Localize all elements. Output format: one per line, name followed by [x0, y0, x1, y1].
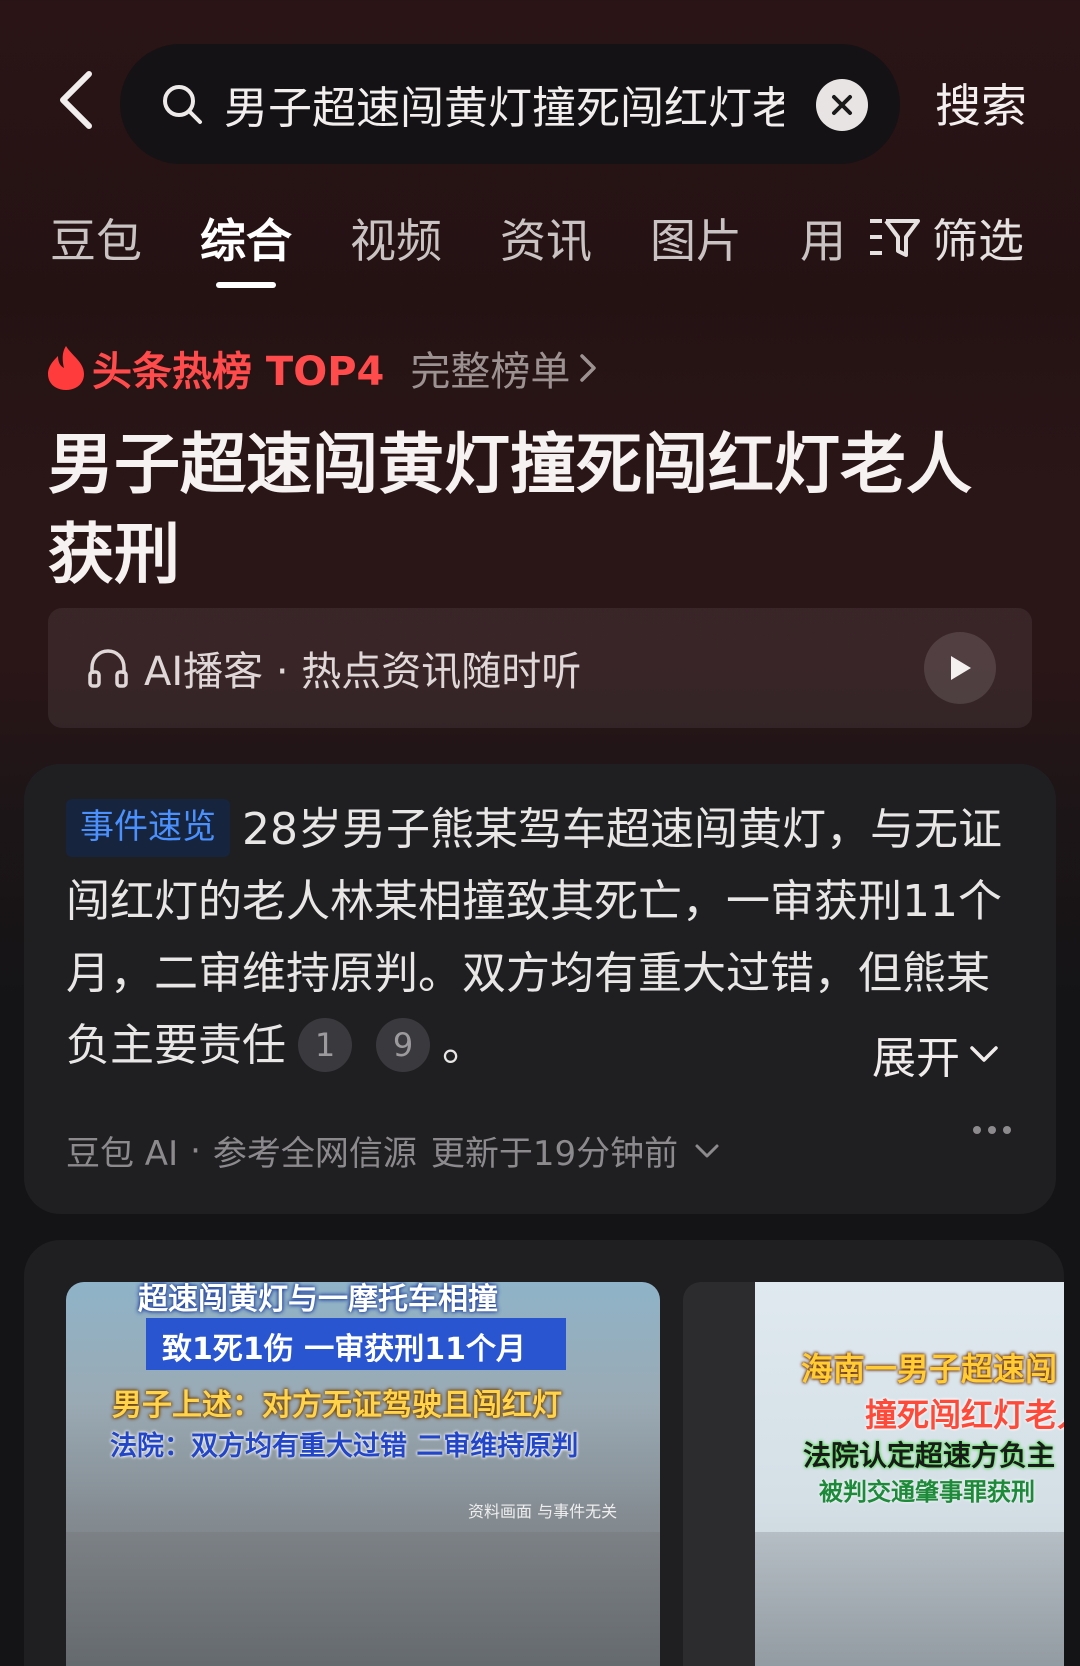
thumb1-note: 资料画面 与事件无关	[468, 1502, 618, 1521]
close-icon	[832, 95, 852, 115]
tab-news[interactable]: 资讯	[500, 205, 592, 271]
summary-meta[interactable]: 豆包 AI · 参考全网信源 更新于19分钟前	[66, 1126, 720, 1175]
tab-images[interactable]: 图片	[650, 205, 742, 271]
more-options-icon[interactable]	[972, 1124, 1012, 1136]
page-title: 男子超速闯黄灯撞死闯红灯老人获刑	[48, 426, 972, 593]
search-bar[interactable]: 男子超速闯黄灯撞死闯红灯老	[120, 44, 900, 164]
expand-label: 展开	[872, 1033, 960, 1084]
event-badge: 事件速览	[66, 799, 230, 857]
reference-9[interactable]: 9	[376, 1018, 430, 1072]
thumb1-caption-2: 致1死1伤 一审获刑11个月	[162, 1332, 526, 1367]
source-detail: 参考全网信源	[212, 1134, 417, 1174]
flame-icon	[48, 346, 84, 390]
meta-separator: ·	[190, 1130, 201, 1171]
thumb2-caption-1: 海南一男子超速闯	[801, 1350, 1058, 1388]
thumb2-image: 海南一男子超速闯 撞死闯红灯老人 法院认定超速方负主 被判交通肇事罪获刑	[755, 1282, 1064, 1666]
back-button[interactable]	[40, 60, 110, 140]
thumb2-caption-4: 被判交通肇事罪获刑	[819, 1478, 1035, 1506]
video-thumbnail-2[interactable]: 海南一男子超速闯 撞死闯红灯老人 法院认定超速方负主 被判交通肇事罪获刑	[683, 1282, 1064, 1666]
summary-end: 。	[442, 1020, 486, 1071]
ai-podcast-bar[interactable]: AI播客 · 热点资讯随时听	[48, 608, 1032, 728]
filter-icon	[870, 219, 920, 257]
filter-label: 筛选	[932, 214, 1024, 268]
podcast-label: AI播客 · 热点资讯随时听	[144, 649, 582, 695]
full-list-link[interactable]: 完整榜单	[410, 339, 570, 397]
search-button[interactable]: 搜索	[935, 70, 1027, 136]
thumb1-caption-3: 男子上述：对方无证驾驶且闯红灯	[112, 1388, 562, 1423]
clear-search-button[interactable]	[816, 79, 868, 131]
headphones-icon	[88, 649, 128, 688]
event-summary-card: 事件速览 28岁男子熊某驾车超速闯黄灯，与无证闯红灯的老人林某相撞致其死亡，一审获…	[24, 764, 1056, 1214]
updated-time: 更新于19分钟前	[430, 1134, 679, 1174]
chevron-down-icon	[970, 1046, 998, 1062]
tab-doubao[interactable]: 豆包	[50, 205, 142, 271]
thumb1-road-blur	[66, 1532, 660, 1666]
search-icon	[158, 80, 206, 128]
thumb2-buildings	[755, 1532, 1064, 1666]
expand-button[interactable]: 展开	[872, 1022, 1000, 1086]
video-thumbnail-1[interactable]: 超速闯黄灯与一摩托车相撞 致1死1伤 一审获刑11个月 男子上述：对方无证驾驶且…	[66, 1282, 660, 1666]
chevron-left-icon	[60, 71, 92, 129]
tab-video[interactable]: 视频	[350, 205, 442, 271]
tab-users[interactable]: 用	[800, 205, 846, 271]
reference-1[interactable]: 1	[298, 1018, 352, 1072]
tab-comprehensive[interactable]: 综合	[200, 205, 292, 271]
chevron-down-icon	[695, 1144, 719, 1157]
hot-list-row[interactable]: 头条热榜 TOP4 完整榜单	[46, 340, 598, 396]
active-tab-indicator	[216, 282, 276, 288]
thumb2-caption-3: 法院认定超速方负主	[803, 1439, 1056, 1472]
search-input[interactable]: 男子超速闯黄灯撞死闯红灯老	[224, 72, 784, 136]
filter-button[interactable]: 筛选	[868, 205, 1024, 271]
chevron-right-icon	[580, 354, 597, 382]
source-label: 豆包 AI	[66, 1134, 179, 1174]
play-button[interactable]	[924, 632, 996, 704]
play-icon	[951, 656, 971, 680]
thumb2-caption-2: 撞死闯红灯老人	[865, 1396, 1064, 1434]
thumb1-caption-1: 超速闯黄灯与一摩托车相撞	[138, 1282, 498, 1317]
hot-list-label: 头条热榜 TOP4	[92, 349, 385, 395]
video-results-card: 超速闯黄灯与一摩托车相撞 致1死1伤 一审获刑11个月 男子上述：对方无证驾驶且…	[24, 1240, 1064, 1666]
thumb1-caption-4: 法院：双方均有重大过错 二审维持原判	[110, 1431, 579, 1462]
